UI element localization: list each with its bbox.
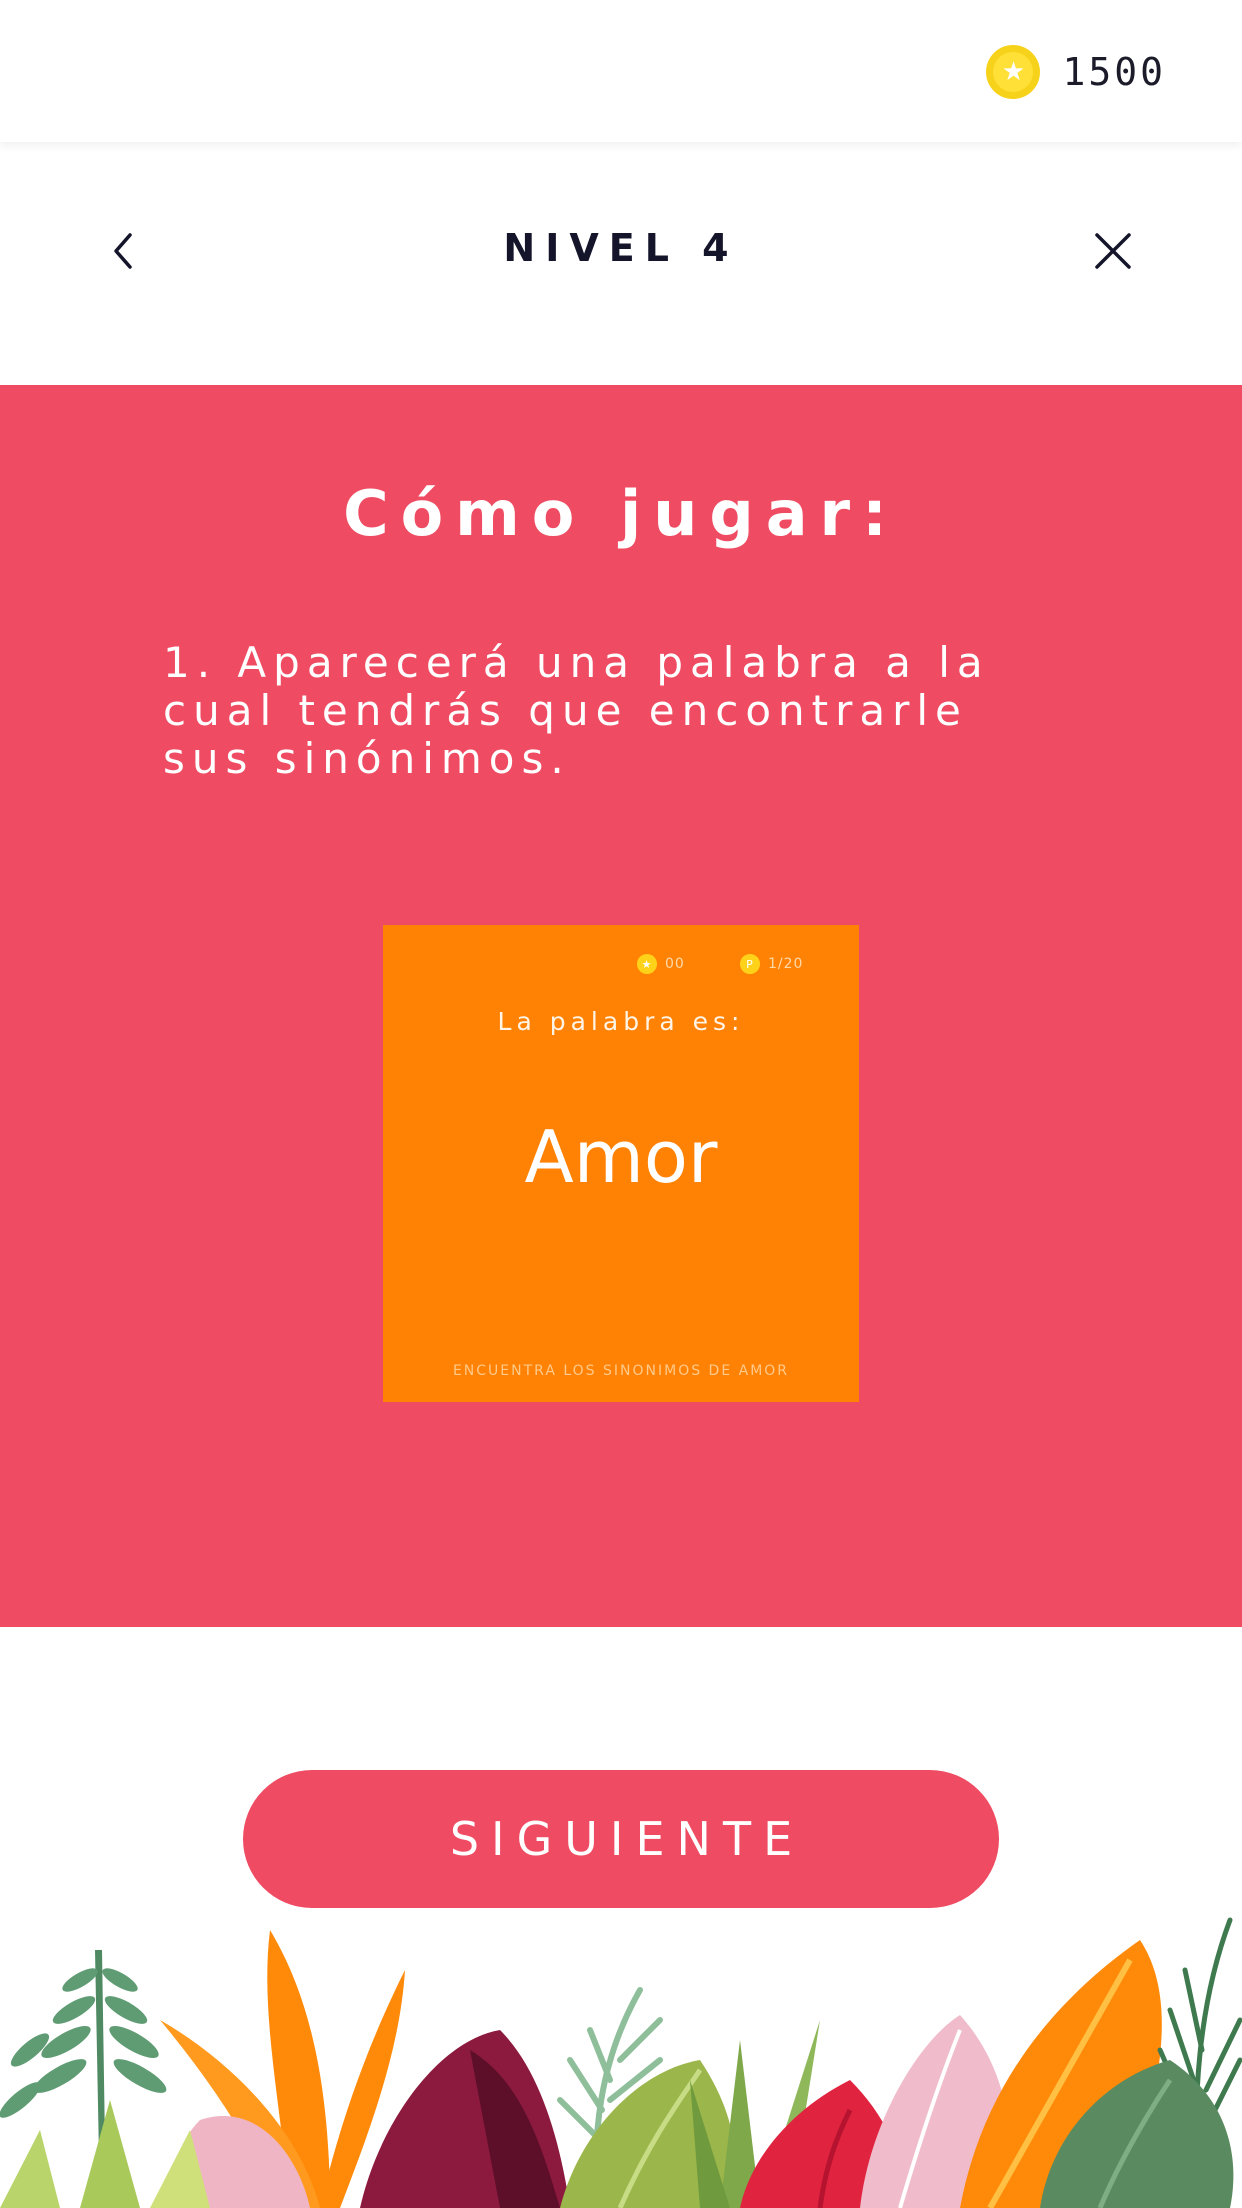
tutorial-instruction: 1. Aparecerá una palabra a la cual tendr…	[163, 638, 990, 783]
next-button[interactable]: SIGUIENTE	[243, 1770, 999, 1908]
card-footer: ENCUENTRA LOS SINONIMOS DE AMOR	[452, 1363, 790, 1379]
next-button-label: SIGUIENTE	[449, 1812, 805, 1866]
points-badge-icon: P	[740, 954, 760, 974]
card-coin-count: 00	[665, 956, 685, 972]
status-bar: ★ 1500	[0, 0, 1242, 142]
tutorial-panel: Cómo jugar: 1. Aparecerá una palabra a l…	[0, 385, 1242, 1627]
page-title: NIVEL 4	[503, 226, 739, 270]
card-coin-stat: ★ 00	[637, 954, 685, 974]
tropical-foliage-illustration	[0, 1917, 1242, 2208]
card-progress-count: 1/20	[768, 956, 804, 972]
star-coin-icon: ★	[637, 954, 657, 974]
level-header: NIVEL 4	[0, 142, 1242, 385]
close-button[interactable]	[1086, 224, 1140, 278]
example-card: ★ 00 P 1/20 La palabra es: Amor ENCUENTR…	[383, 925, 859, 1402]
card-label: La palabra es:	[497, 1007, 745, 1036]
star-coin-icon: ★	[986, 45, 1041, 99]
card-word: Amor	[524, 1115, 718, 1199]
card-progress-stat: P 1/20	[740, 954, 803, 974]
coin-count: 1500	[1062, 50, 1166, 94]
close-icon	[1095, 233, 1131, 269]
tutorial-title: Cómo jugar:	[343, 477, 899, 550]
coin-balance: ★ 1500	[986, 44, 1166, 100]
